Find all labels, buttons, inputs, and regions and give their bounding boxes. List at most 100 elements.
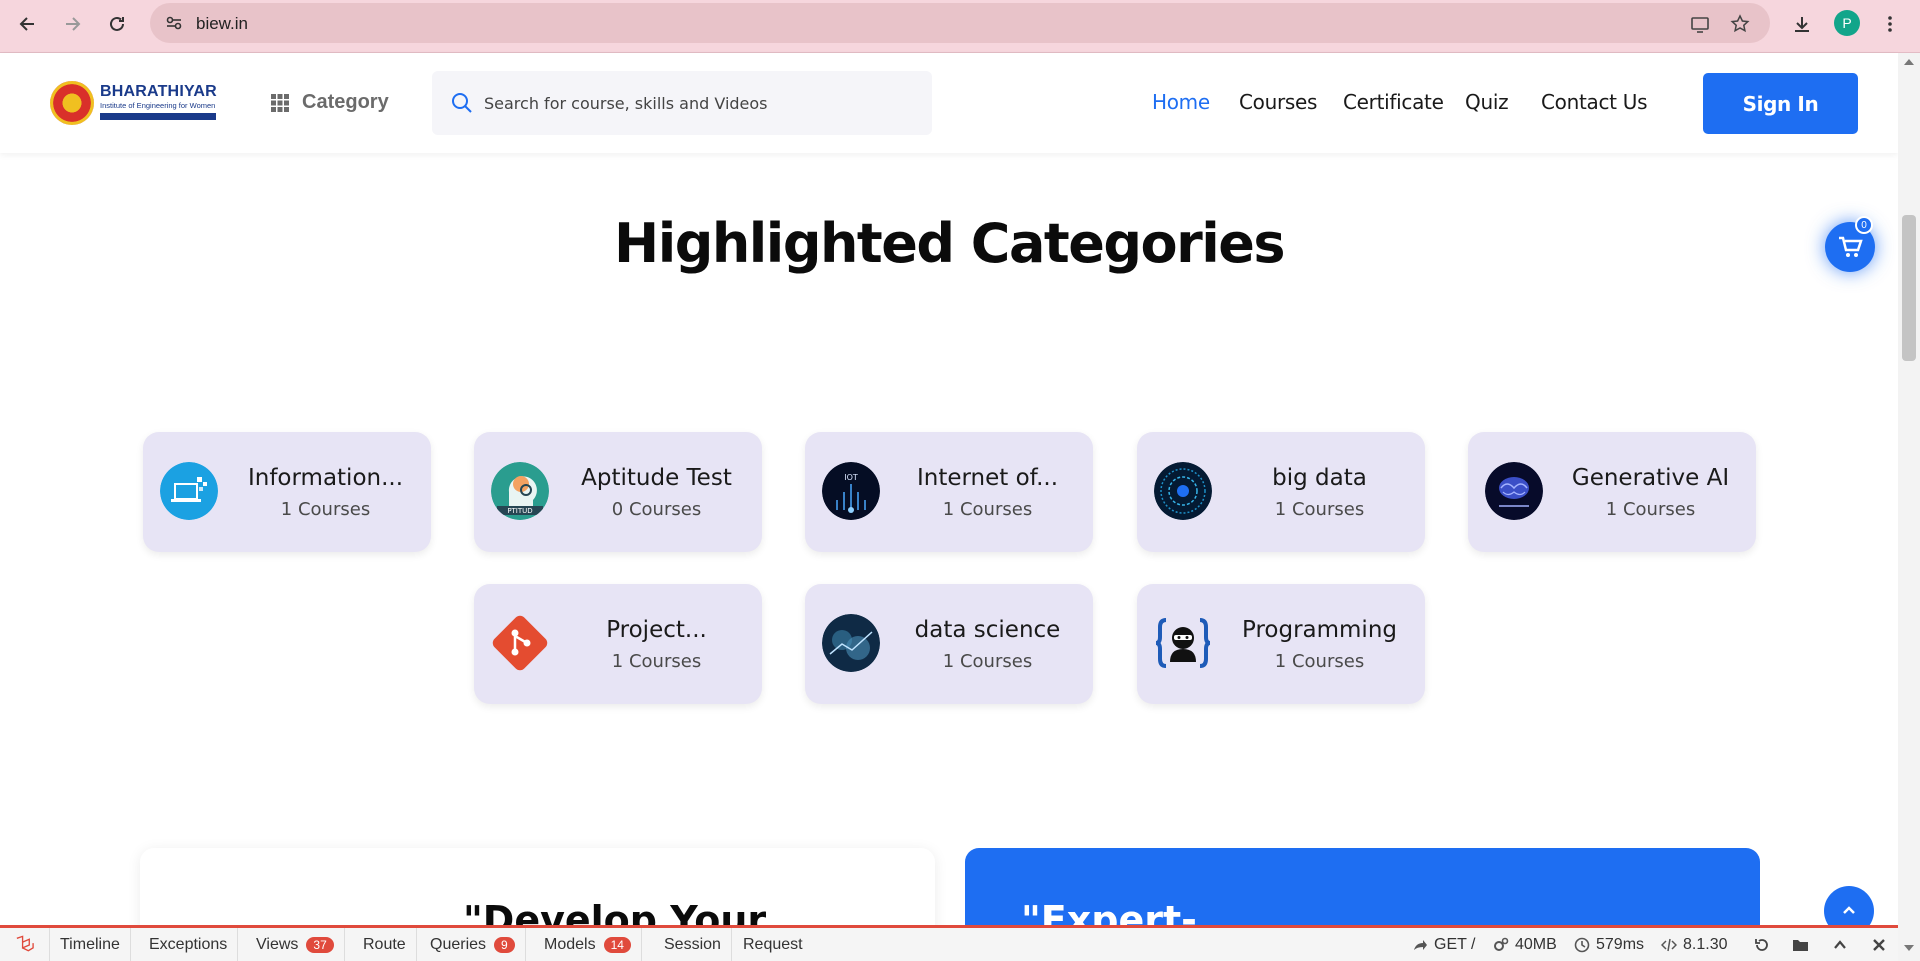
- debug-tab-route[interactable]: Route: [353, 928, 417, 961]
- debug-method[interactable]: GET /: [1412, 928, 1476, 961]
- category-name: Project...: [606, 617, 707, 643]
- debug-tab-label: Route: [363, 935, 406, 953]
- scroll-thumb[interactable]: [1902, 215, 1916, 361]
- download-icon[interactable]: [1788, 10, 1816, 38]
- reload-icon[interactable]: [103, 10, 131, 38]
- close-icon[interactable]: [1872, 928, 1886, 961]
- debug-time: 579ms: [1574, 928, 1644, 961]
- back-icon[interactable]: [14, 10, 42, 38]
- site-header: BHARATHIYAR Institute of Engineering for…: [0, 53, 1898, 153]
- category-card-project[interactable]: Project... 1 Courses: [474, 584, 762, 704]
- data-science-icon: [822, 614, 880, 672]
- logo-subtitle: Institute of Engineering for Women: [100, 101, 216, 110]
- nav-courses[interactable]: Courses: [1239, 90, 1317, 114]
- nav-quiz[interactable]: Quiz: [1465, 90, 1509, 114]
- chevron-up-icon[interactable]: [1832, 928, 1848, 961]
- aptitude-head-icon: PTITUD: [491, 462, 549, 520]
- college-logo[interactable]: BHARATHIYAR Institute of Engineering for…: [50, 81, 220, 127]
- debug-version: 8.1.30: [1661, 928, 1727, 961]
- laravel-icon[interactable]: [0, 928, 50, 961]
- debug-version-text: 8.1.30: [1683, 935, 1728, 953]
- search-icon[interactable]: [450, 91, 474, 120]
- category-card-big-data[interactable]: big data 1 Courses: [1137, 432, 1425, 552]
- chevron-up-icon: [1843, 906, 1855, 914]
- debug-memory-text: 40MB: [1515, 935, 1557, 953]
- debug-count-badge: 14: [603, 936, 631, 953]
- debug-count-badge: 9: [494, 936, 515, 953]
- category-card-programming[interactable]: Programming 1 Courses: [1137, 584, 1425, 704]
- cart-count-badge: 0: [1855, 216, 1873, 234]
- debug-tab-timeline[interactable]: Timeline: [50, 928, 131, 961]
- install-app-icon[interactable]: [1686, 10, 1714, 38]
- section-title: Highlighted Categories: [614, 212, 1285, 275]
- search-box: [432, 71, 932, 135]
- scroll-up-arrow-icon[interactable]: [1904, 59, 1914, 65]
- nav-certificate[interactable]: Certificate: [1343, 90, 1444, 114]
- nav-home[interactable]: Home: [1152, 90, 1210, 114]
- debug-tab-exceptions[interactable]: Exceptions: [139, 928, 239, 961]
- category-card-generative-ai[interactable]: Generative AI 1 Courses: [1468, 432, 1756, 552]
- sign-in-button[interactable]: Sign In: [1703, 73, 1858, 134]
- folder-open-icon[interactable]: [1792, 928, 1810, 961]
- page-scrollbar[interactable]: [1898, 53, 1920, 961]
- bookmark-star-icon[interactable]: [1726, 10, 1754, 38]
- it-computer-icon: [160, 462, 218, 520]
- history-icon[interactable]: [1754, 928, 1770, 961]
- svg-text:PTITUD: PTITUD: [507, 507, 532, 515]
- brain-icon: [1485, 462, 1543, 520]
- category-count: 0 Courses: [611, 499, 702, 520]
- grid-icon: [271, 93, 289, 112]
- category-count: 1 Courses: [942, 499, 1033, 520]
- category-name: Information...: [247, 465, 404, 491]
- category-count: 1 Courses: [942, 651, 1033, 672]
- category-count: 1 Courses: [1274, 499, 1365, 520]
- svg-text:IOT: IOT: [844, 473, 858, 482]
- scroll-down-arrow-icon[interactable]: [1904, 945, 1914, 951]
- logo-strip: [100, 113, 216, 120]
- site-info-icon[interactable]: [164, 13, 184, 38]
- debug-tab-request[interactable]: Request: [733, 928, 813, 961]
- cart-button[interactable]: 0: [1825, 216, 1875, 272]
- nav-contact-us[interactable]: Contact Us: [1541, 90, 1648, 114]
- category-name: Programming: [1241, 617, 1397, 643]
- debug-memory: 40MB: [1493, 928, 1557, 961]
- debug-tab-label: Models: [544, 935, 596, 953]
- debug-tab-label: Exceptions: [149, 935, 228, 953]
- debug-tab-label: Session: [664, 935, 721, 953]
- forward-icon[interactable]: [58, 10, 86, 38]
- iot-icon: IOT: [822, 462, 880, 520]
- profile-avatar[interactable]: P: [1834, 10, 1860, 36]
- category-card-iot[interactable]: IOT Internet of... 1 Courses: [805, 432, 1093, 552]
- debug-tab-label: Queries: [430, 935, 487, 953]
- category-name: data science: [914, 617, 1061, 643]
- category-name: Internet of...: [916, 465, 1059, 491]
- address-bar[interactable]: biew.in: [150, 3, 1770, 43]
- debug-tab-label: Timeline: [60, 935, 120, 953]
- category-count: 1 Courses: [611, 651, 702, 672]
- category-card-information[interactable]: Information... 1 Courses: [143, 432, 431, 552]
- seal-icon: [50, 81, 94, 125]
- logo-title: BHARATHIYAR: [100, 83, 217, 100]
- ninja-code-icon: [1154, 614, 1212, 672]
- cogs-icon: [1494, 937, 1509, 951]
- browser-toolbar: biew.in P: [0, 0, 1920, 53]
- debug-tab-views[interactable]: Views 37: [246, 928, 345, 961]
- category-name: Generative AI: [1571, 465, 1730, 491]
- debug-tab-session[interactable]: Session: [654, 928, 732, 961]
- category-menu-button[interactable]: Category: [270, 91, 389, 114]
- category-card-data-science[interactable]: data science 1 Courses: [805, 584, 1093, 704]
- kebab-menu-icon[interactable]: [1876, 10, 1904, 38]
- search-input[interactable]: [484, 71, 914, 135]
- category-count: 1 Courses: [1274, 651, 1365, 672]
- clock-icon: [1574, 937, 1590, 952]
- debug-tab-label: Views: [256, 935, 299, 953]
- big-data-icon: [1154, 462, 1212, 520]
- category-count: 1 Courses: [1605, 499, 1696, 520]
- cart-icon: [1839, 236, 1863, 257]
- debug-tab-models[interactable]: Models 14: [534, 928, 642, 961]
- category-label: Category: [302, 91, 389, 113]
- share-arrow-icon: [1414, 939, 1427, 950]
- git-icon: [491, 614, 549, 672]
- category-card-aptitude[interactable]: PTITUD Aptitude Test 0 Courses: [474, 432, 762, 552]
- debug-tab-queries[interactable]: Queries 9: [420, 928, 526, 961]
